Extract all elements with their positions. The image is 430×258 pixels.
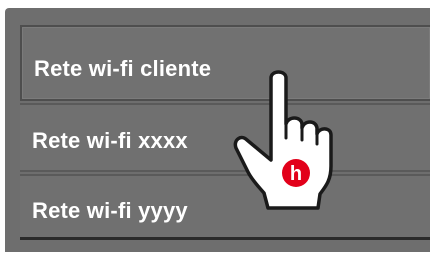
wifi-network-label: Rete wi-fi yyyy (32, 198, 188, 223)
wifi-network-item-cliente[interactable]: Rete wi-fi cliente (20, 25, 430, 101)
badge-letter: h (290, 163, 302, 185)
wifi-network-item-xxxx[interactable]: Rete wi-fi xxxx (20, 103, 430, 172)
wifi-network-item-yyyy[interactable]: Rete wi-fi yyyy (20, 174, 430, 240)
wifi-network-label: Rete wi-fi cliente (34, 56, 212, 81)
wifi-network-label: Rete wi-fi xxxx (32, 128, 188, 153)
pointing-hand-icon: h (233, 70, 333, 210)
